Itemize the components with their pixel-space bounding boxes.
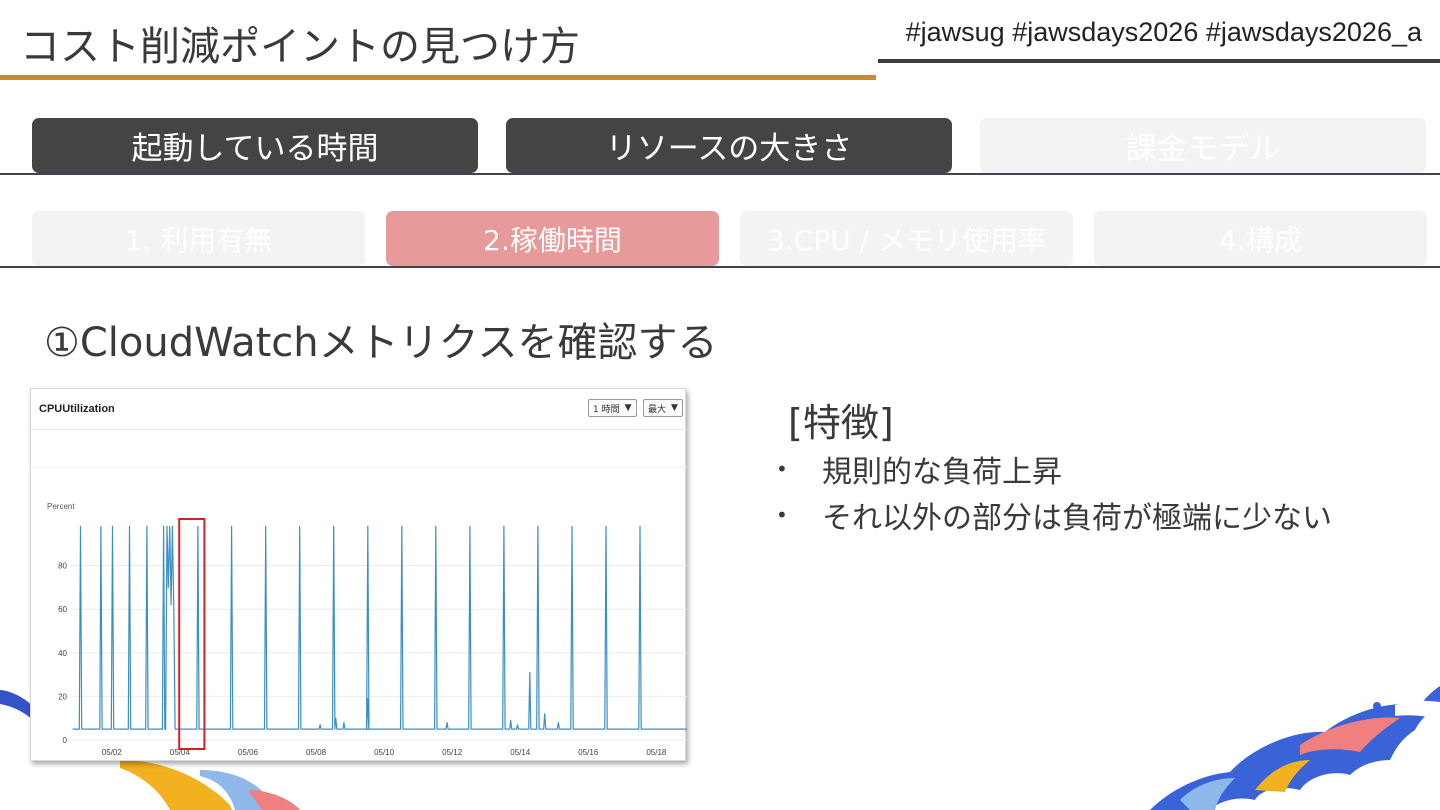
y-tick-label: 60 bbox=[58, 605, 67, 614]
bullet-icon: • bbox=[776, 503, 788, 527]
step-cpu-memory[interactable]: 3.CPU / メモリ使用率 bbox=[740, 211, 1073, 266]
tab-label: 課金モデル bbox=[1125, 131, 1281, 167]
title-underline bbox=[0, 75, 876, 80]
step-operating-time[interactable]: 2.稼働時間 bbox=[386, 211, 719, 266]
y-tick-label: 20 bbox=[58, 692, 67, 701]
x-tick-label: 05/08 bbox=[306, 748, 327, 757]
x-tick-label: 05/18 bbox=[646, 748, 667, 757]
hashtag-underline bbox=[878, 59, 1440, 63]
y-tick-label: 0 bbox=[63, 736, 68, 745]
tab-row-divider bbox=[0, 173, 1440, 175]
tab-label: 起動している時間 bbox=[131, 131, 379, 167]
section-heading: ①CloudWatchメトリクスを確認する bbox=[44, 320, 718, 366]
tab-resource-size[interactable]: リソースの大きさ bbox=[506, 118, 952, 173]
x-tick-label: 05/06 bbox=[238, 748, 259, 757]
cpu-series-line bbox=[72, 525, 687, 730]
features-title: [特徴] bbox=[788, 401, 894, 445]
tab-running-time[interactable]: 起動している時間 bbox=[32, 118, 478, 173]
x-tick-label: 05/16 bbox=[578, 748, 599, 757]
step-usage[interactable]: 1. 利用有無 bbox=[32, 211, 365, 266]
cloudwatch-metric-widget: CPUUtilization 1 時間 ▼ 最大 ▼ Percent 0 20 40 60 8… bbox=[30, 388, 687, 761]
highlight-box bbox=[178, 518, 206, 750]
step-label: 4.構成 bbox=[1219, 223, 1302, 257]
step-label: 3.CPU / メモリ使用率 bbox=[767, 223, 1046, 257]
y-tick-label: 80 bbox=[58, 562, 67, 571]
step-label: 2.稼働時間 bbox=[483, 223, 622, 257]
x-tick-label: 05/10 bbox=[374, 748, 395, 757]
x-tick-label: 05/12 bbox=[442, 748, 463, 757]
x-tick-label: 05/02 bbox=[102, 748, 123, 757]
x-tick-label: 05/14 bbox=[510, 748, 531, 757]
y-tick-label: 40 bbox=[58, 649, 67, 658]
list-item: • それ以外の部分は負荷が極端に少ない bbox=[770, 492, 1332, 538]
unit-label: Percent bbox=[47, 502, 75, 511]
step-architecture[interactable]: 4.構成 bbox=[1094, 211, 1427, 266]
feature-text: それ以外の部分は負荷が極端に少ない bbox=[822, 501, 1332, 536]
cpu-utilization-chart: Percent02040608005/02 05/04 05/06 05/08 05/1… bbox=[31, 466, 687, 757]
slide-title: コスト削減ポイントの見つけ方 bbox=[20, 24, 580, 70]
step-label: 1. 利用有無 bbox=[124, 223, 273, 257]
tab-label: リソースの大きさ bbox=[605, 131, 853, 167]
step-row-divider bbox=[0, 266, 1440, 268]
features-list: • 規則的な負荷上昇 • それ以外の部分は負荷が極端に少ない bbox=[770, 446, 1332, 538]
feature-text: 規則的な負荷上昇 bbox=[822, 455, 1062, 490]
bullet-icon: • bbox=[776, 457, 788, 481]
tab-billing-model[interactable]: 課金モデル bbox=[980, 118, 1426, 173]
hashtags: #jawsug #jawsdays2026 #jawsdays2026_a bbox=[905, 17, 1422, 47]
list-item: • 規則的な負荷上昇 bbox=[770, 446, 1332, 492]
